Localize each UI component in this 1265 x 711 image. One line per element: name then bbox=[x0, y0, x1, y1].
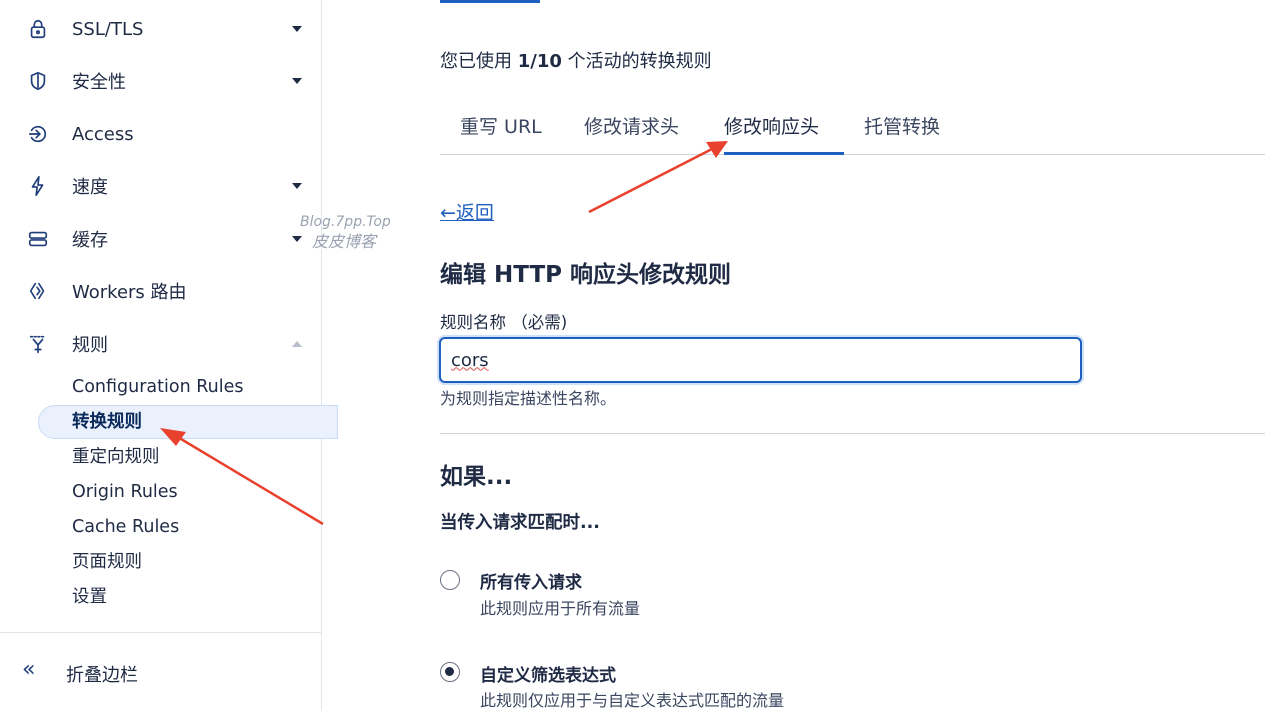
arrow-left-icon: ← bbox=[440, 202, 456, 224]
access-icon bbox=[24, 120, 52, 148]
usage-prefix: 您已使用 bbox=[440, 51, 518, 72]
back-link[interactable]: ←返回 bbox=[440, 198, 494, 225]
sidebar-item-ssl-tls[interactable]: SSL/TLS bbox=[0, 7, 321, 51]
sidebar-item-label: Workers 路由 bbox=[72, 282, 187, 303]
rule-name-input[interactable] bbox=[439, 337, 1082, 383]
usage-summary: 您已使用 1/10 个活动的转换规则 bbox=[440, 47, 712, 73]
sidebar-subitem-transform-rules[interactable]: 转换规则 bbox=[72, 408, 142, 436]
back-label: 返回 bbox=[455, 202, 494, 224]
chevron-down-icon bbox=[292, 183, 302, 189]
sidebar-subitem-configuration-rules[interactable]: Configuration Rules bbox=[72, 373, 243, 401]
option-description: 此规则应用于所有流量 bbox=[480, 599, 641, 618]
tab-modify-response-header[interactable]: 修改响应头 bbox=[724, 112, 844, 155]
sidebar-subitem-origin-rules[interactable]: Origin Rules bbox=[72, 478, 178, 506]
sidebar: SSL/TLS 安全性 Access 速度 缓存 Workers 路由 规则 C… bbox=[0, 0, 338, 711]
option-title: 自定义筛选表达式 bbox=[480, 666, 616, 686]
sidebar-item-label: 安全性 bbox=[72, 72, 126, 93]
sidebar-item-label: 缓存 bbox=[72, 230, 108, 251]
sidebar-subitem-cache-rules[interactable]: Cache Rules bbox=[72, 513, 179, 541]
sidebar-item-label: 速度 bbox=[72, 177, 108, 198]
sidebar-item-workers-routes[interactable]: Workers 路由 bbox=[0, 269, 321, 313]
shield-icon bbox=[24, 67, 52, 95]
sidebar-item-label: Access bbox=[72, 123, 134, 145]
chevron-down-icon bbox=[292, 26, 302, 32]
double-chevron-left-icon: « bbox=[22, 657, 36, 682]
option-title: 所有传入请求 bbox=[480, 573, 582, 593]
sidebar-subitem-redirect-rules[interactable]: 重定向规则 bbox=[72, 443, 160, 471]
sidebar-item-access[interactable]: Access bbox=[0, 112, 321, 156]
match-heading: 当传入请求匹配时... bbox=[440, 513, 600, 533]
sidebar-item-label: SSL/TLS bbox=[72, 18, 144, 40]
watermark: Blog.7pp.Top 皮皮博客 bbox=[300, 212, 391, 252]
if-heading: 如果... bbox=[440, 464, 513, 490]
sidebar-item-label: 规则 bbox=[72, 335, 108, 356]
watermark-line: Blog.7pp.Top bbox=[300, 214, 391, 230]
watermark-line: 皮皮博客 bbox=[312, 232, 377, 251]
radio-all-incoming-requests[interactable] bbox=[440, 570, 460, 590]
sidebar-subitem-settings[interactable]: 设置 bbox=[72, 583, 107, 611]
tab-rewrite-url[interactable]: 重写 URL bbox=[460, 112, 542, 155]
collapse-sidebar-button[interactable]: « 折叠边栏 bbox=[0, 632, 321, 711]
sidebar-item-security[interactable]: 安全性 bbox=[0, 59, 321, 103]
sidebar-subitem-page-rules[interactable]: 页面规则 bbox=[72, 548, 142, 576]
chevron-down-icon bbox=[292, 78, 302, 84]
chevron-up-icon bbox=[292, 341, 302, 347]
usage-count: 1/10 bbox=[517, 51, 562, 72]
tab-bar: 重写 URL 修改请求头 修改响应头 托管转换 bbox=[440, 100, 1265, 155]
rules-icon bbox=[24, 330, 52, 358]
rule-name-label: 规则名称 （必需) bbox=[440, 313, 568, 332]
usage-suffix: 个活动的转换规则 bbox=[561, 51, 712, 72]
storage-icon bbox=[24, 225, 52, 253]
collapse-sidebar-label: 折叠边栏 bbox=[66, 665, 138, 686]
tab-modify-request-header[interactable]: 修改请求头 bbox=[584, 112, 679, 155]
sidebar-item-rules[interactable]: 规则 bbox=[0, 322, 321, 366]
sidebar-item-cache[interactable]: 缓存 bbox=[0, 217, 321, 261]
radio-custom-filter-expression[interactable] bbox=[440, 662, 460, 682]
section-divider bbox=[440, 433, 1265, 434]
lightning-icon bbox=[24, 172, 52, 200]
workers-icon bbox=[24, 277, 52, 305]
option-description: 此规则仅应用于与自定义表达式匹配的流量 bbox=[480, 691, 785, 710]
rule-name-help: 为规则指定描述性名称。 bbox=[440, 389, 617, 408]
lock-icon bbox=[24, 15, 52, 43]
page-title: 编辑 HTTP 响应头修改规则 bbox=[440, 262, 732, 288]
top-accent-line bbox=[440, 0, 540, 3]
sidebar-item-speed[interactable]: 速度 bbox=[0, 164, 321, 208]
tab-managed-transforms[interactable]: 托管转换 bbox=[864, 112, 940, 155]
